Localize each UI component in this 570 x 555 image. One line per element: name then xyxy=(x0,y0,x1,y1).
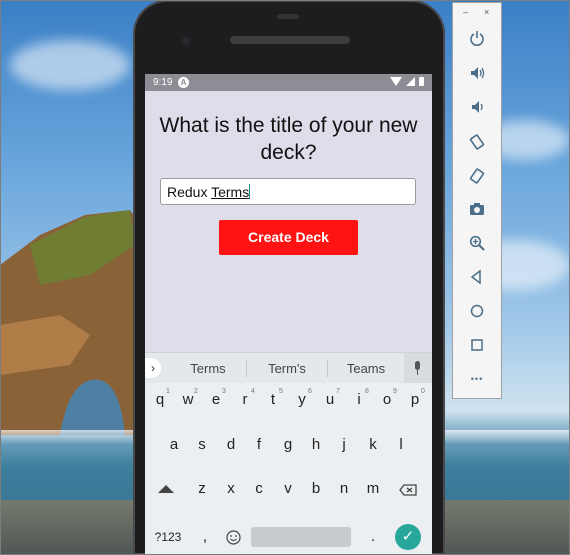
key-hint: 9 xyxy=(393,388,397,395)
key-z[interactable]: z xyxy=(188,475,216,503)
overview-icon xyxy=(471,339,483,351)
suggestion-strip: › Terms Term's Teams xyxy=(145,352,432,384)
key-hint: 4 xyxy=(251,388,255,395)
back-icon xyxy=(470,269,481,285)
key-hint: 3 xyxy=(222,388,226,395)
input-text-plain: Redux xyxy=(167,184,212,200)
zoom-icon xyxy=(469,235,485,251)
backspace-icon xyxy=(399,483,417,496)
key-l[interactable]: l xyxy=(387,431,415,459)
shift-icon xyxy=(158,485,174,493)
rotate-right-button[interactable] xyxy=(468,168,486,186)
rotate-right-icon xyxy=(469,168,485,184)
speaker-top xyxy=(277,14,299,19)
power-button[interactable] xyxy=(468,30,486,48)
volume-down-button[interactable] xyxy=(468,99,486,117)
comma-key[interactable]: , xyxy=(191,523,219,551)
checkmark-icon: ✓ xyxy=(401,528,415,545)
key-f[interactable]: f xyxy=(245,431,273,459)
close-button[interactable]: × xyxy=(484,7,489,17)
key-k[interactable]: k xyxy=(359,431,387,459)
space-bar[interactable] xyxy=(251,527,351,547)
front-camera xyxy=(181,36,191,46)
zoom-button[interactable] xyxy=(468,235,486,253)
symbols-key[interactable]: ?123 xyxy=(151,523,185,551)
microphone-icon xyxy=(415,361,420,370)
rotate-left-icon xyxy=(469,134,485,150)
key-m[interactable]: m xyxy=(359,475,387,503)
wifi-icon xyxy=(390,77,402,86)
microphone-button[interactable] xyxy=(404,353,432,384)
signal-icon xyxy=(406,77,415,86)
phone-screen: 9:19 A What is the title of your new dec… xyxy=(145,74,432,555)
rotate-left-button[interactable] xyxy=(468,134,486,152)
backspace-button[interactable] xyxy=(394,475,422,503)
shift-button[interactable] xyxy=(152,475,180,503)
input-text-underlined: Terms xyxy=(211,184,250,200)
status-bar: 9:19 A xyxy=(145,74,432,91)
deck-title-input[interactable]: Redux Terms xyxy=(160,178,416,205)
notification-badge: A xyxy=(178,77,189,88)
emulator-side-panel: – × ••• xyxy=(452,2,502,399)
camera-icon xyxy=(470,203,484,215)
suggestion-item[interactable]: Term's xyxy=(248,353,326,384)
power-icon xyxy=(470,31,484,46)
key-hint: 5 xyxy=(279,388,283,395)
status-icons xyxy=(390,77,424,86)
period-key[interactable]: . xyxy=(359,523,387,551)
overview-button[interactable] xyxy=(468,337,486,355)
key-s[interactable]: s xyxy=(188,431,216,459)
key-j[interactable]: j xyxy=(330,431,358,459)
more-button[interactable]: ••• xyxy=(468,370,486,388)
rock-arch-image xyxy=(0,210,140,435)
key-h[interactable]: h xyxy=(302,431,330,459)
text-caret xyxy=(249,184,251,199)
key-hint: 6 xyxy=(308,388,312,395)
home-icon xyxy=(470,304,484,318)
key-hint: 7 xyxy=(336,388,340,395)
key-d[interactable]: d xyxy=(217,431,245,459)
key-hint: 1 xyxy=(166,388,170,395)
emoji-icon xyxy=(225,529,241,545)
key-c[interactable]: c xyxy=(245,475,273,503)
back-button[interactable] xyxy=(468,269,486,287)
suggestion-item[interactable]: Terms xyxy=(169,353,247,384)
key-hint: 8 xyxy=(365,388,369,395)
key-v[interactable]: v xyxy=(274,475,302,503)
suggestion-item[interactable]: Teams xyxy=(327,353,405,384)
key-hint: 2 xyxy=(194,388,198,395)
expand-suggestions-button[interactable]: › xyxy=(145,358,161,378)
key-hint: 0 xyxy=(421,388,425,395)
emoji-button[interactable] xyxy=(219,523,247,551)
volume-up-button[interactable] xyxy=(468,65,486,83)
earpiece-speaker xyxy=(230,36,350,44)
key-n[interactable]: n xyxy=(330,475,358,503)
key-x[interactable]: x xyxy=(217,475,245,503)
phone-device-frame: 9:19 A What is the title of your new dec… xyxy=(133,0,445,555)
key-b[interactable]: b xyxy=(302,475,330,503)
key-a[interactable]: a xyxy=(160,431,188,459)
volume-down-icon xyxy=(472,101,483,113)
home-button[interactable] xyxy=(468,303,486,321)
key-g[interactable]: g xyxy=(274,431,302,459)
create-deck-button[interactable]: Create Deck xyxy=(219,220,358,255)
page-title: What is the title of your new deck? xyxy=(159,114,418,164)
soft-keyboard: q w e r t y u i o p 1 2 3 4 5 6 7 8 9 0 … xyxy=(145,383,432,555)
volume-up-icon xyxy=(471,67,485,79)
enter-button[interactable]: ✓ xyxy=(395,524,421,550)
minimize-button[interactable]: – xyxy=(463,7,468,17)
screenshot-button[interactable] xyxy=(468,201,486,219)
battery-icon xyxy=(419,77,424,86)
status-time: 9:19 xyxy=(153,77,173,88)
